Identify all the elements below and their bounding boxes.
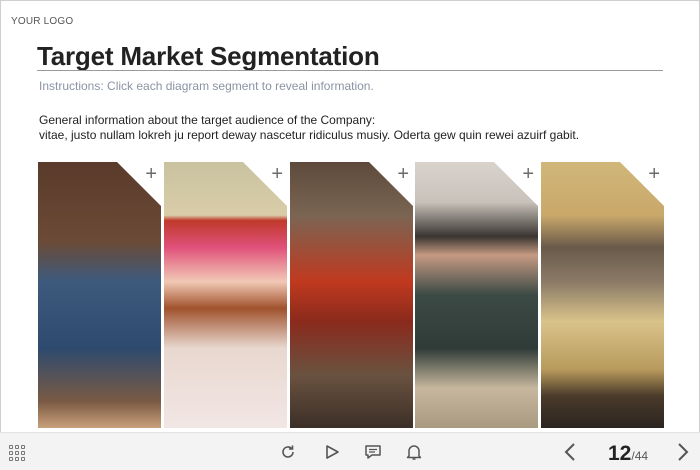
page-title: Target Market Segmentation bbox=[37, 41, 380, 71]
info-text: General information about the target aud… bbox=[39, 113, 679, 143]
chat-icon[interactable] bbox=[364, 443, 382, 466]
segment-young-woman[interactable]: + bbox=[164, 162, 287, 428]
slide-frame: YOUR LOGO Target Market Segmentation Ins… bbox=[0, 0, 700, 470]
info-line-1: General information about the target aud… bbox=[39, 113, 376, 127]
logo: YOUR LOGO bbox=[11, 16, 74, 27]
chevron-left-icon[interactable] bbox=[563, 442, 579, 467]
segment-dog[interactable]: + bbox=[541, 162, 664, 428]
total-pages: 44 bbox=[634, 449, 649, 463]
page-counter: 12/44 bbox=[608, 442, 648, 466]
player-controls: 12/44 bbox=[0, 432, 700, 470]
current-page: 12 bbox=[608, 442, 632, 465]
replay-icon[interactable] bbox=[279, 443, 297, 466]
plus-icon[interactable]: + bbox=[522, 164, 534, 184]
bell-icon[interactable] bbox=[405, 443, 423, 466]
plus-icon[interactable]: + bbox=[648, 164, 660, 184]
grid-menu-icon[interactable] bbox=[9, 445, 27, 463]
title-divider bbox=[37, 70, 663, 71]
plus-icon[interactable]: + bbox=[397, 164, 409, 184]
play-icon[interactable] bbox=[323, 443, 341, 466]
segment-diagram: + + + + + bbox=[38, 162, 664, 428]
instructions-text: Instructions: Click each diagram segment… bbox=[39, 79, 374, 93]
segment-child[interactable]: + bbox=[38, 162, 161, 428]
plus-icon[interactable]: + bbox=[271, 164, 283, 184]
segment-elderly-man[interactable]: + bbox=[415, 162, 538, 428]
info-line-2: vitae, justo nullam lokreh ju report dew… bbox=[39, 128, 580, 142]
chevron-right-icon[interactable] bbox=[674, 442, 690, 467]
segment-motocross-rider[interactable]: + bbox=[290, 162, 413, 428]
plus-icon[interactable]: + bbox=[145, 164, 157, 184]
